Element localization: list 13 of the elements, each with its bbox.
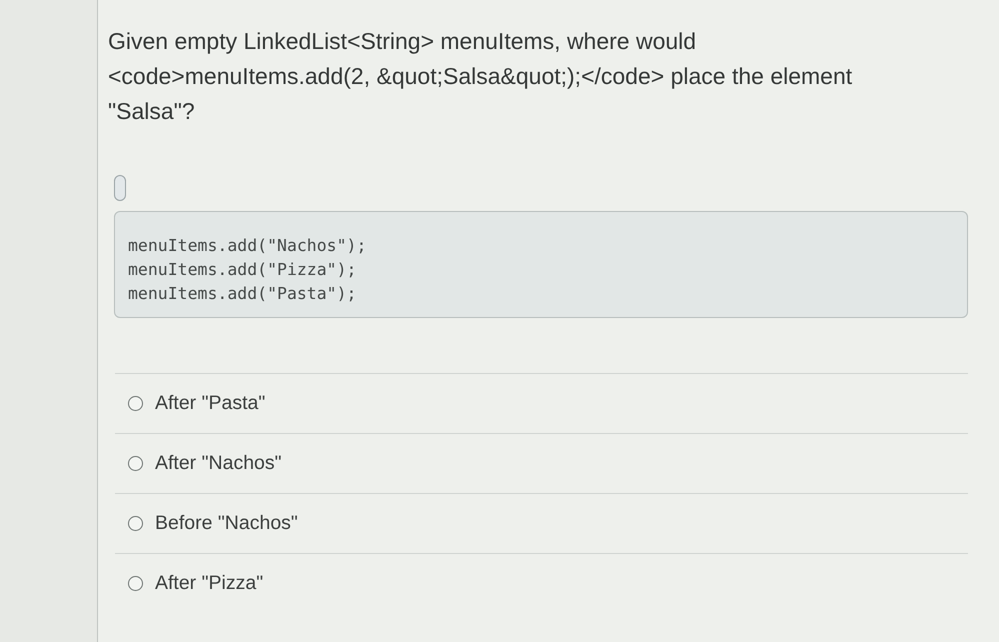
radio-button[interactable]	[128, 516, 143, 531]
code-line: menuItems.add("Pizza");	[128, 259, 358, 281]
code-line: menuItems.add("Pasta");	[128, 283, 358, 305]
radio-button[interactable]	[128, 396, 143, 411]
question-text: Given empty LinkedList<String> menuItems, where would <code>menuItems.add(2, &quot;Salsa&quot;);</code> place the element "Salsa"?	[108, 27, 854, 126]
pill-icon	[114, 175, 126, 201]
answer-option[interactable]: Before "Nachos"	[128, 512, 298, 535]
answer-option[interactable]: After "Pasta"	[128, 392, 266, 415]
radio-button[interactable]	[128, 576, 143, 591]
answer-option[interactable]: After "Pizza"	[128, 572, 264, 595]
radio-button[interactable]	[128, 456, 143, 471]
answer-option[interactable]: After "Nachos"	[128, 452, 282, 475]
code-line: menuItems.add("Nachos");	[128, 235, 368, 257]
